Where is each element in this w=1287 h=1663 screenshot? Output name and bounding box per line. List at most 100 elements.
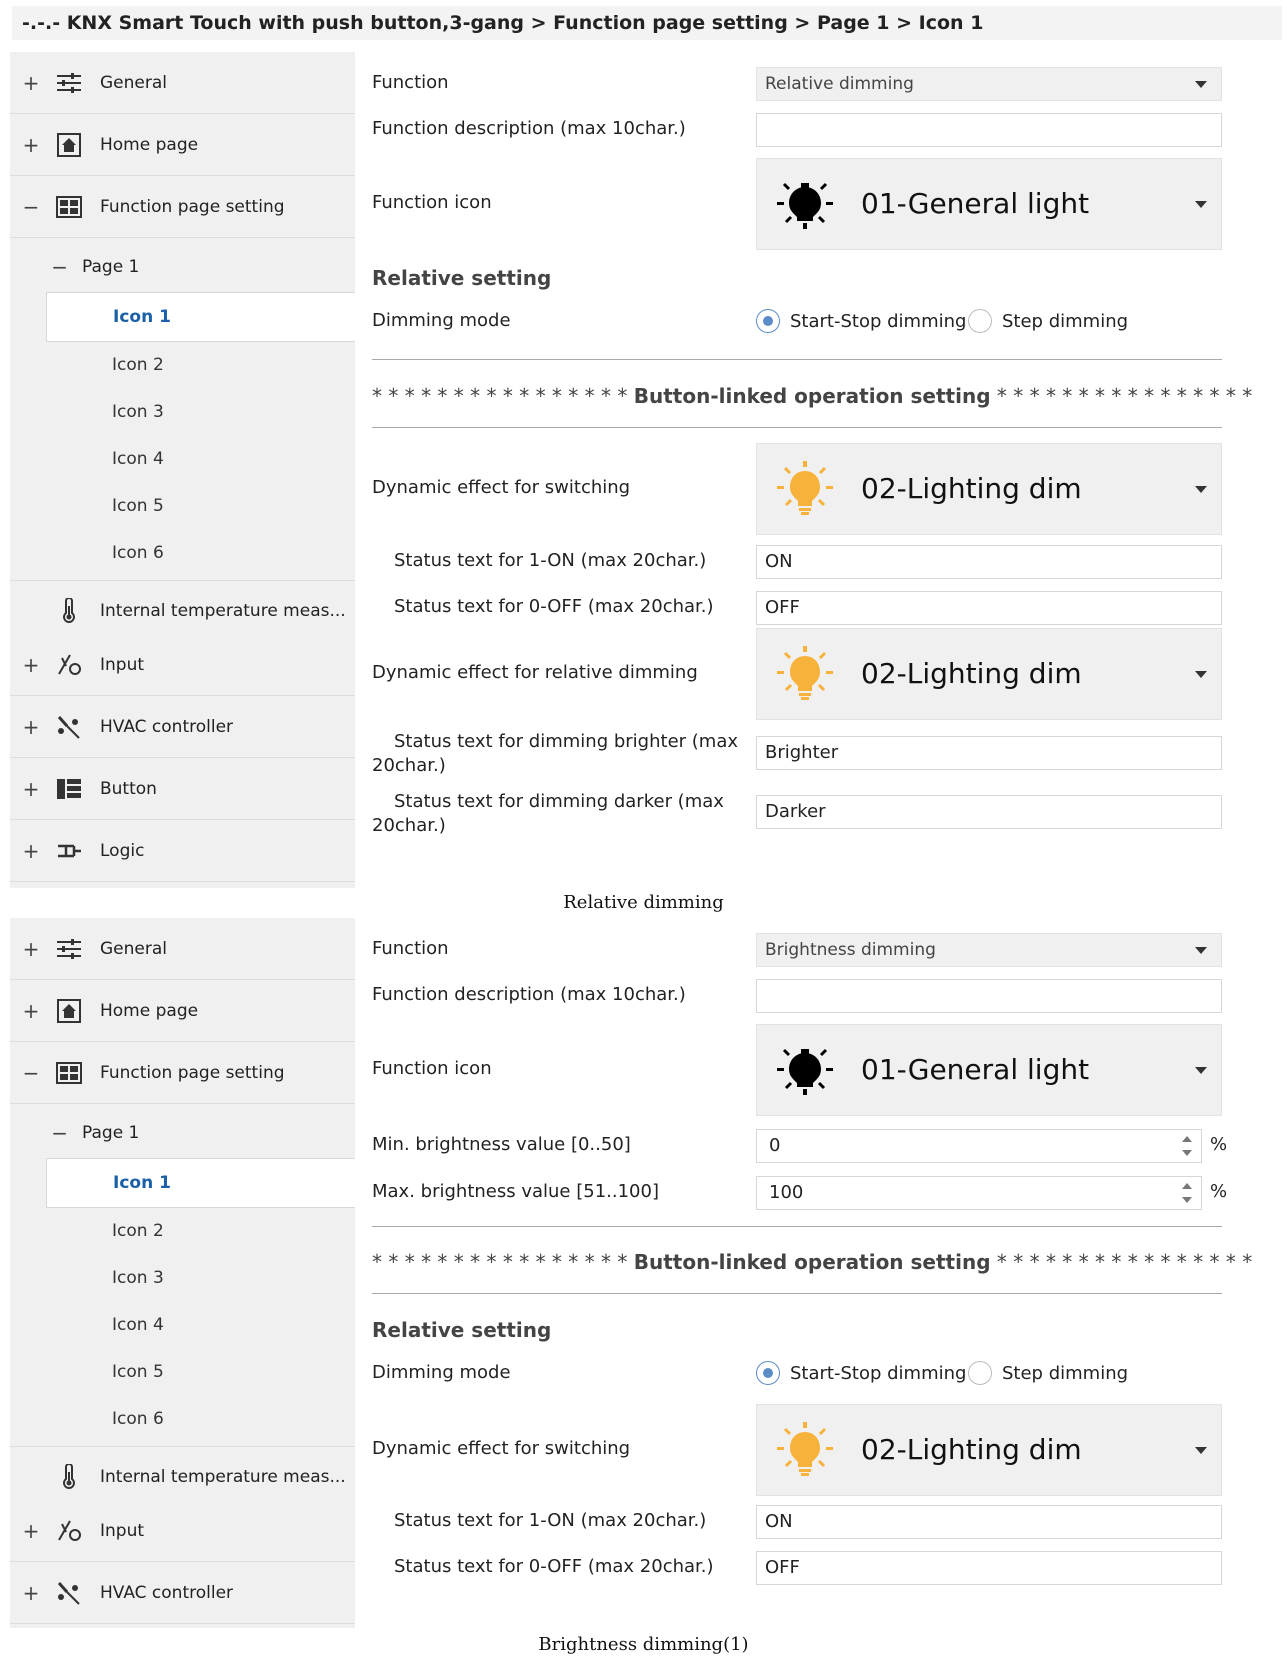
status-text-on-label: Status text for 1-ON (max 20char.) xyxy=(394,1510,707,1531)
sidebar-item-icon-2[interactable]: Icon 2 xyxy=(46,340,355,390)
status-text-off-input[interactable]: OFF xyxy=(756,1551,1222,1585)
status-text-brighter-input[interactable]: Brighter xyxy=(756,736,1222,770)
sidebar-item-icon-2[interactable]: Icon 2 xyxy=(46,1206,355,1256)
function-description-input[interactable] xyxy=(756,113,1222,147)
radio-step-dimming[interactable]: Step dimming xyxy=(968,309,1128,333)
expand-toggle[interactable]: + xyxy=(10,839,52,863)
sidebar-item-label: Button xyxy=(100,778,157,799)
sidebar-item-icon-6[interactable]: Icon 6 xyxy=(46,528,355,578)
sidebar-item-internal-temperature[interactable]: Internal temperature meas... xyxy=(10,580,355,642)
dynamic-effect-relative-dropdown[interactable]: 02-Lighting dim xyxy=(756,628,1222,720)
max-brightness-stepper[interactable]: 100 xyxy=(756,1176,1202,1210)
expand-toggle[interactable]: + xyxy=(10,777,52,801)
parameter-content: Function Relative dimming Function descr… xyxy=(372,52,1287,888)
sidebar-item-button[interactable]: + Button xyxy=(10,758,355,820)
sidebar-item-input[interactable]: + Input xyxy=(10,1500,355,1562)
sidebar-item-icon-5[interactable]: Icon 5 xyxy=(46,1347,355,1397)
sidebar-item-icon-1[interactable]: Icon 1 xyxy=(46,292,355,342)
dynamic-effect-switching-dropdown[interactable]: 02-Lighting dim xyxy=(756,443,1222,535)
light-bulb-on-icon xyxy=(775,460,835,520)
percent-unit: % xyxy=(1210,1181,1228,1202)
sidebar-item-function-page-setting[interactable]: − Function page setting xyxy=(10,1042,355,1104)
button-linked-section-header: * * * * * * * * * * * * * * * * Button-l… xyxy=(372,384,1253,408)
sidebar-item-function-page-setting[interactable]: − Function page setting xyxy=(10,176,355,238)
sidebar-item-label: HVAC controller xyxy=(100,1582,234,1603)
chevron-down-icon xyxy=(1195,486,1207,493)
expand-toggle[interactable]: + xyxy=(10,999,52,1023)
button-linked-section-header: * * * * * * * * * * * * * * * * Button-l… xyxy=(372,1250,1253,1274)
sidebar-item-label: Internal temperature meas... xyxy=(100,1467,346,1487)
status-text-darker-input[interactable]: Darker xyxy=(756,795,1222,829)
collapse-toggle[interactable]: − xyxy=(10,195,52,219)
percent-unit: % xyxy=(1210,1134,1228,1155)
sidebar-item-icon-3[interactable]: Icon 3 xyxy=(46,1253,355,1303)
sidebar: + General + Home page − Function page se… xyxy=(10,52,355,888)
divider xyxy=(372,1293,1222,1294)
collapse-toggle[interactable]: − xyxy=(10,255,82,279)
chevron-down-icon xyxy=(1195,201,1207,208)
function-description-input[interactable] xyxy=(756,979,1222,1013)
collapse-toggle[interactable]: − xyxy=(10,1121,82,1145)
home-icon xyxy=(52,998,86,1024)
thermometer-icon xyxy=(52,1464,86,1490)
function-icon-dropdown[interactable]: 01-General light xyxy=(756,158,1222,250)
home-icon xyxy=(52,132,86,158)
expand-toggle[interactable]: + xyxy=(10,653,52,677)
function-icon-dropdown[interactable]: 01-General light xyxy=(756,1024,1222,1116)
sidebar-item-label: Input xyxy=(100,654,145,675)
input-icon xyxy=(52,1518,86,1544)
grid-icon xyxy=(52,1060,86,1086)
radio-start-stop-dimming[interactable]: Start-Stop dimming xyxy=(756,309,966,333)
expand-toggle[interactable]: + xyxy=(10,715,52,739)
function-dropdown[interactable]: Brightness dimming xyxy=(756,933,1222,967)
radio-start-stop-dimming[interactable]: Start-Stop dimming xyxy=(756,1361,966,1385)
status-text-on-label: Status text for 1-ON (max 20char.) xyxy=(394,550,707,571)
sidebar-item-internal-temperature[interactable]: Internal temperature meas... xyxy=(10,1446,355,1508)
divider xyxy=(372,1226,1222,1227)
status-text-on-input[interactable]: ON xyxy=(756,545,1222,579)
sidebar-item-page-1[interactable]: − Page 1 xyxy=(10,242,355,292)
sidebar-item-home-page[interactable]: + Home page xyxy=(10,114,355,176)
expand-toggle[interactable]: + xyxy=(10,71,52,95)
sidebar-item-hvac-controller[interactable]: + HVAC controller xyxy=(10,696,355,758)
caption-relative-dimming: Relative dimming xyxy=(563,892,724,913)
function-description-label: Function description (max 10char.) xyxy=(372,118,686,139)
sidebar-item-icon-4[interactable]: Icon 4 xyxy=(46,434,355,484)
sidebar-item-hvac-controller[interactable]: + HVAC controller xyxy=(10,1562,355,1624)
sidebar-item-icon-5[interactable]: Icon 5 xyxy=(46,481,355,531)
function-dropdown[interactable]: Relative dimming xyxy=(756,67,1222,101)
sidebar-item-icon-6[interactable]: Icon 6 xyxy=(46,1394,355,1444)
status-text-off-input[interactable]: OFF xyxy=(756,591,1222,625)
sidebar-item-icon-3[interactable]: Icon 3 xyxy=(46,387,355,437)
sidebar-item-logic[interactable]: + Logic xyxy=(10,820,355,882)
sidebar-item-icon-1[interactable]: Icon 1 xyxy=(46,1158,355,1208)
dynamic-effect-switching-dropdown[interactable]: 02-Lighting dim xyxy=(756,1404,1222,1496)
sidebar-item-home-page[interactable]: + Home page xyxy=(10,980,355,1042)
radio-selected-icon xyxy=(756,309,780,333)
sidebar-item-label: Page 1 xyxy=(82,1123,140,1143)
function-label: Function xyxy=(372,72,449,93)
sidebar-item-icon-4[interactable]: Icon 4 xyxy=(46,1300,355,1350)
expand-toggle[interactable]: + xyxy=(10,1581,52,1605)
sidebar-item-general[interactable]: + General xyxy=(10,918,355,980)
input-icon xyxy=(52,652,86,678)
dynamic-effect-switching-label: Dynamic effect for switching xyxy=(372,477,631,498)
stepper-arrows-icon[interactable] xyxy=(1181,1181,1193,1205)
chevron-down-icon xyxy=(1195,947,1207,954)
dynamic-effect-switching-label: Dynamic effect for switching xyxy=(372,1438,631,1459)
parameter-content: Function Brightness dimming Function des… xyxy=(372,918,1287,1628)
expand-toggle[interactable]: + xyxy=(10,937,52,961)
status-text-on-input[interactable]: ON xyxy=(756,1505,1222,1539)
radio-step-dimming[interactable]: Step dimming xyxy=(968,1361,1128,1385)
panel-brightness-dimming: + General + Home page − Function page se… xyxy=(0,918,1287,1628)
expand-toggle[interactable]: + xyxy=(10,133,52,157)
status-text-off-label: Status text for 0-OFF (max 20char.) xyxy=(394,1556,714,1577)
expand-toggle[interactable]: + xyxy=(10,1519,52,1543)
sidebar-item-general[interactable]: + General xyxy=(10,52,355,114)
sidebar-item-input[interactable]: + Input xyxy=(10,634,355,696)
sidebar-item-label: General xyxy=(100,72,167,93)
collapse-toggle[interactable]: − xyxy=(10,1061,52,1085)
min-brightness-stepper[interactable]: 0 xyxy=(756,1129,1202,1163)
stepper-arrows-icon[interactable] xyxy=(1181,1134,1193,1158)
sidebar-item-page-1[interactable]: − Page 1 xyxy=(10,1108,355,1158)
